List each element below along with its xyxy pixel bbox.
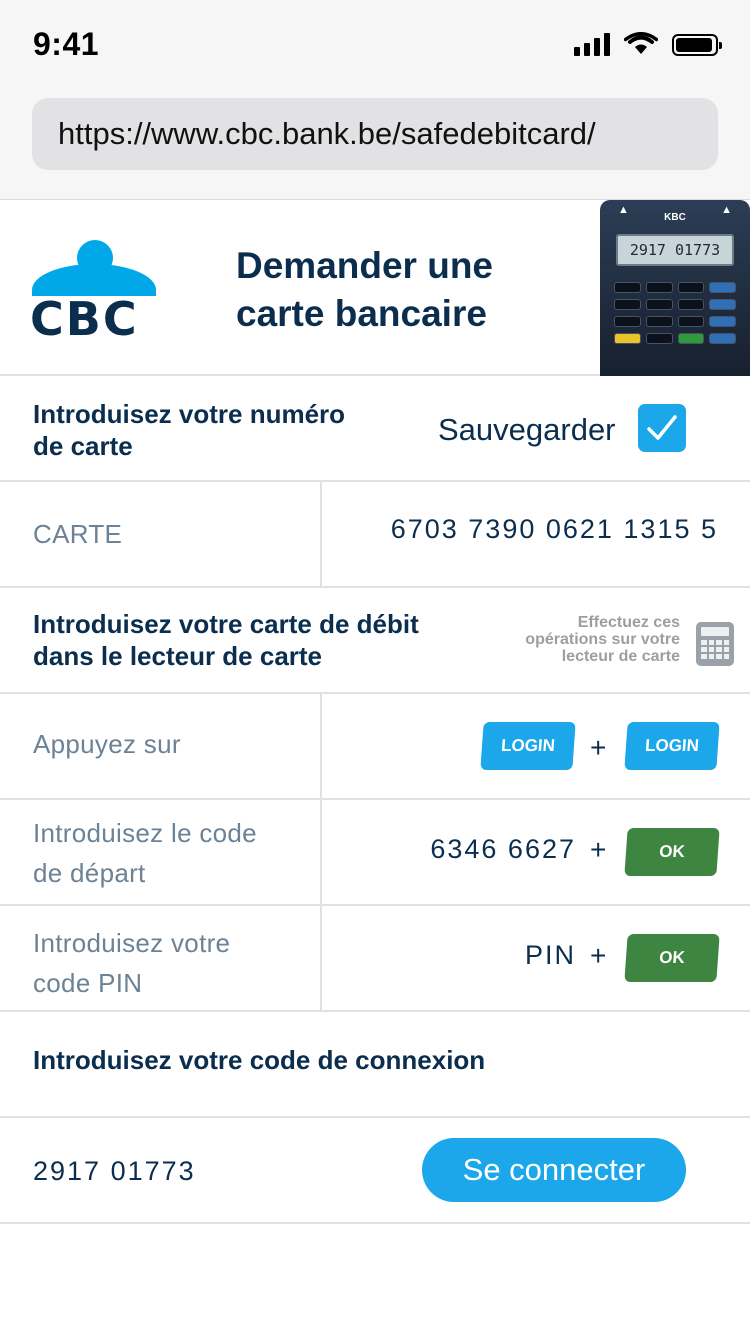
- save-label[interactable]: Sauvegarder: [438, 412, 616, 448]
- card-label: CARTE: [33, 519, 123, 549]
- insert-card-section: Introduisez votre carte de débit dans le…: [0, 588, 750, 694]
- ok-key: OK: [624, 828, 720, 876]
- page-title: Demander une carte bancaire: [236, 245, 494, 334]
- cbc-logo[interactable]: CBC: [30, 240, 156, 346]
- connect-button[interactable]: Se connecter: [422, 1138, 686, 1202]
- step-row-pin: Introduisez votre code PIN PIN + OK: [0, 906, 750, 1012]
- connection-section: Introduisez votre code de connexion: [0, 1012, 750, 1118]
- status-icons: [574, 32, 722, 56]
- connection-row: 2917 01773 Se connecter: [0, 1118, 750, 1224]
- step-row-login: Appuyez sur LOGIN + LOGIN: [0, 694, 750, 800]
- browser-chrome: 9:41 https://www.cbc.bank.be/safedebitca…: [0, 0, 750, 200]
- plus-sign: +: [590, 834, 607, 865]
- wifi-icon: [624, 32, 658, 54]
- signal-icon: [574, 32, 610, 56]
- card-number-heading: Introduisez votre numéro de carte: [33, 399, 346, 461]
- column-divider: [320, 906, 322, 1010]
- ok-key: OK: [624, 934, 720, 982]
- step-label: Introduisez votre code PIN: [33, 928, 231, 998]
- reader-brand: KBC: [664, 212, 686, 223]
- card-number-value: 6703 7390 0621 1315 5: [390, 514, 718, 544]
- column-divider: [320, 482, 322, 586]
- calculator-icon: [696, 622, 734, 666]
- column-divider: [320, 800, 322, 904]
- save-checkbox[interactable]: [638, 404, 686, 452]
- step-row-start-code: Introduisez le code de départ 6346 6627 …: [0, 800, 750, 906]
- step-label: Appuyez sur: [33, 729, 181, 759]
- connection-code: 2917 01773: [33, 1156, 196, 1186]
- column-divider: [320, 694, 322, 798]
- logo-circle: [77, 240, 113, 276]
- url-bar[interactable]: https://www.cbc.bank.be/safedebitcard/: [32, 98, 718, 170]
- plus-sign: +: [590, 732, 607, 763]
- url-text: https://www.cbc.bank.be/safedebitcard/: [58, 116, 596, 151]
- card-number-section: Introduisez votre numéro de carte Sauveg…: [0, 376, 750, 482]
- login-key: LOGIN: [480, 722, 576, 770]
- login-key: LOGIN: [624, 722, 720, 770]
- logo-text: CBC: [30, 292, 139, 346]
- battery-icon: [672, 34, 722, 56]
- plus-sign: +: [590, 940, 607, 971]
- insert-card-heading: Introduisez votre carte de débit dans le…: [33, 609, 419, 671]
- reader-keypad: [614, 282, 736, 344]
- pin-value: PIN: [524, 940, 576, 970]
- step-label: Introduisez le code de départ: [33, 818, 257, 888]
- reader-screen: 2917 01773: [616, 234, 734, 266]
- card-reader-image: ▲ ▲ KBC 2917 01773: [600, 200, 750, 376]
- reader-note: Effectuez ces opérations sur votre lecte…: [525, 614, 680, 665]
- connection-heading: Introduisez votre code de connexion: [33, 1045, 486, 1075]
- checkmark-icon: [647, 415, 677, 440]
- status-time: 9:41: [33, 26, 100, 62]
- start-code-value: 6346 6627: [430, 834, 576, 864]
- card-row: CARTE 6703 7390 0621 1315 5: [0, 482, 750, 588]
